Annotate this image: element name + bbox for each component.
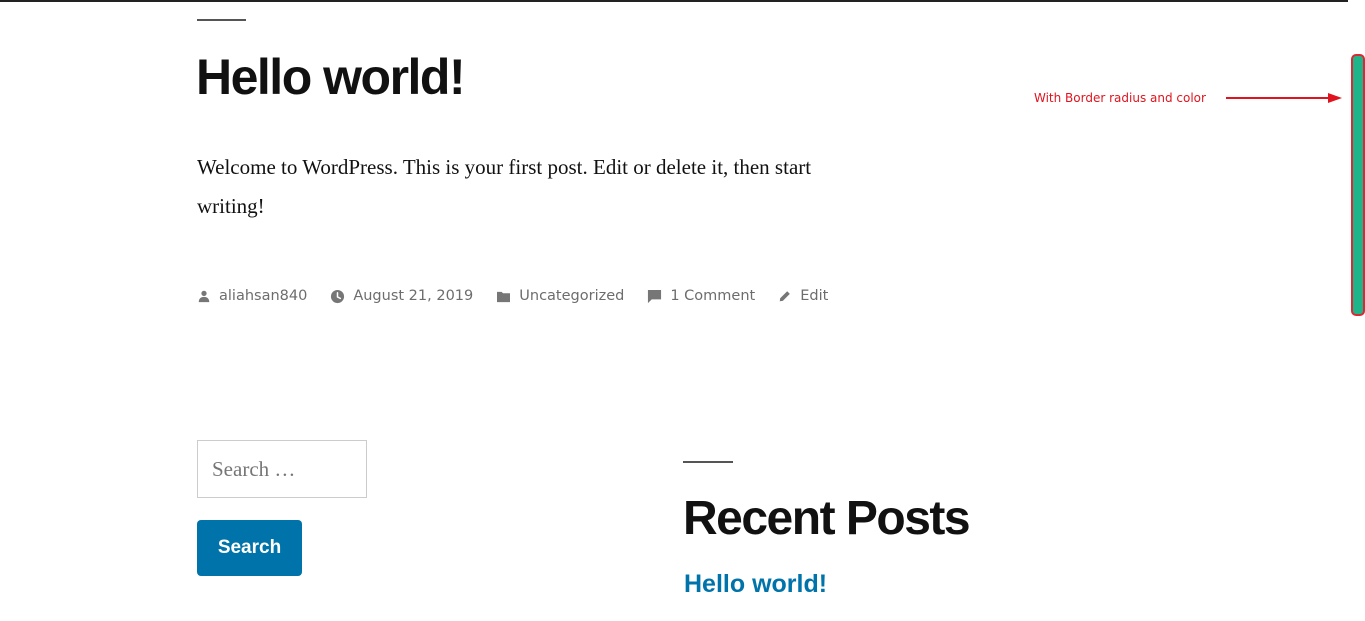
folder-icon — [497, 291, 511, 302]
person-icon — [198, 290, 210, 303]
page: Hello world! Welcome to WordPress. This … — [0, 0, 1365, 621]
post-body: Welcome to WordPress. This is your first… — [197, 155, 812, 218]
post-comments-link[interactable]: 1 Comment — [647, 288, 755, 304]
post-author-link[interactable]: aliahsan840 — [197, 288, 307, 304]
pencil-icon — [779, 291, 791, 302]
post-edit: Edit — [800, 288, 829, 304]
search-button[interactable]: Search — [197, 520, 302, 576]
scrollbar-thumb[interactable] — [1351, 54, 1365, 316]
arrow-right-icon — [1226, 93, 1342, 103]
post-author: aliahsan840 — [219, 288, 308, 304]
top-border — [0, 0, 1365, 2]
post-edit-link[interactable]: Edit — [778, 288, 828, 304]
recent-posts-title: Recent Posts — [683, 492, 971, 545]
search-input[interactable] — [197, 440, 367, 498]
post-date-link[interactable]: August 21, 2019 — [330, 288, 473, 304]
widget-rule — [683, 461, 733, 463]
post-comments: 1 Comment — [670, 288, 756, 304]
post-title: Hello world! — [196, 49, 466, 105]
post-meta: aliahsan840 August 21, 2019 Uncategorize… — [197, 284, 851, 308]
annotation-label: With Border radius and color — [1034, 91, 1206, 105]
post-category: Uncategorized — [519, 288, 625, 304]
post-category-link[interactable]: Uncategorized — [496, 288, 624, 304]
recent-post-link[interactable]: Hello world! — [684, 567, 827, 601]
comment-icon — [648, 289, 662, 303]
post-date: August 21, 2019 — [353, 288, 474, 304]
clock-icon — [331, 289, 345, 303]
title-rule — [197, 19, 246, 21]
